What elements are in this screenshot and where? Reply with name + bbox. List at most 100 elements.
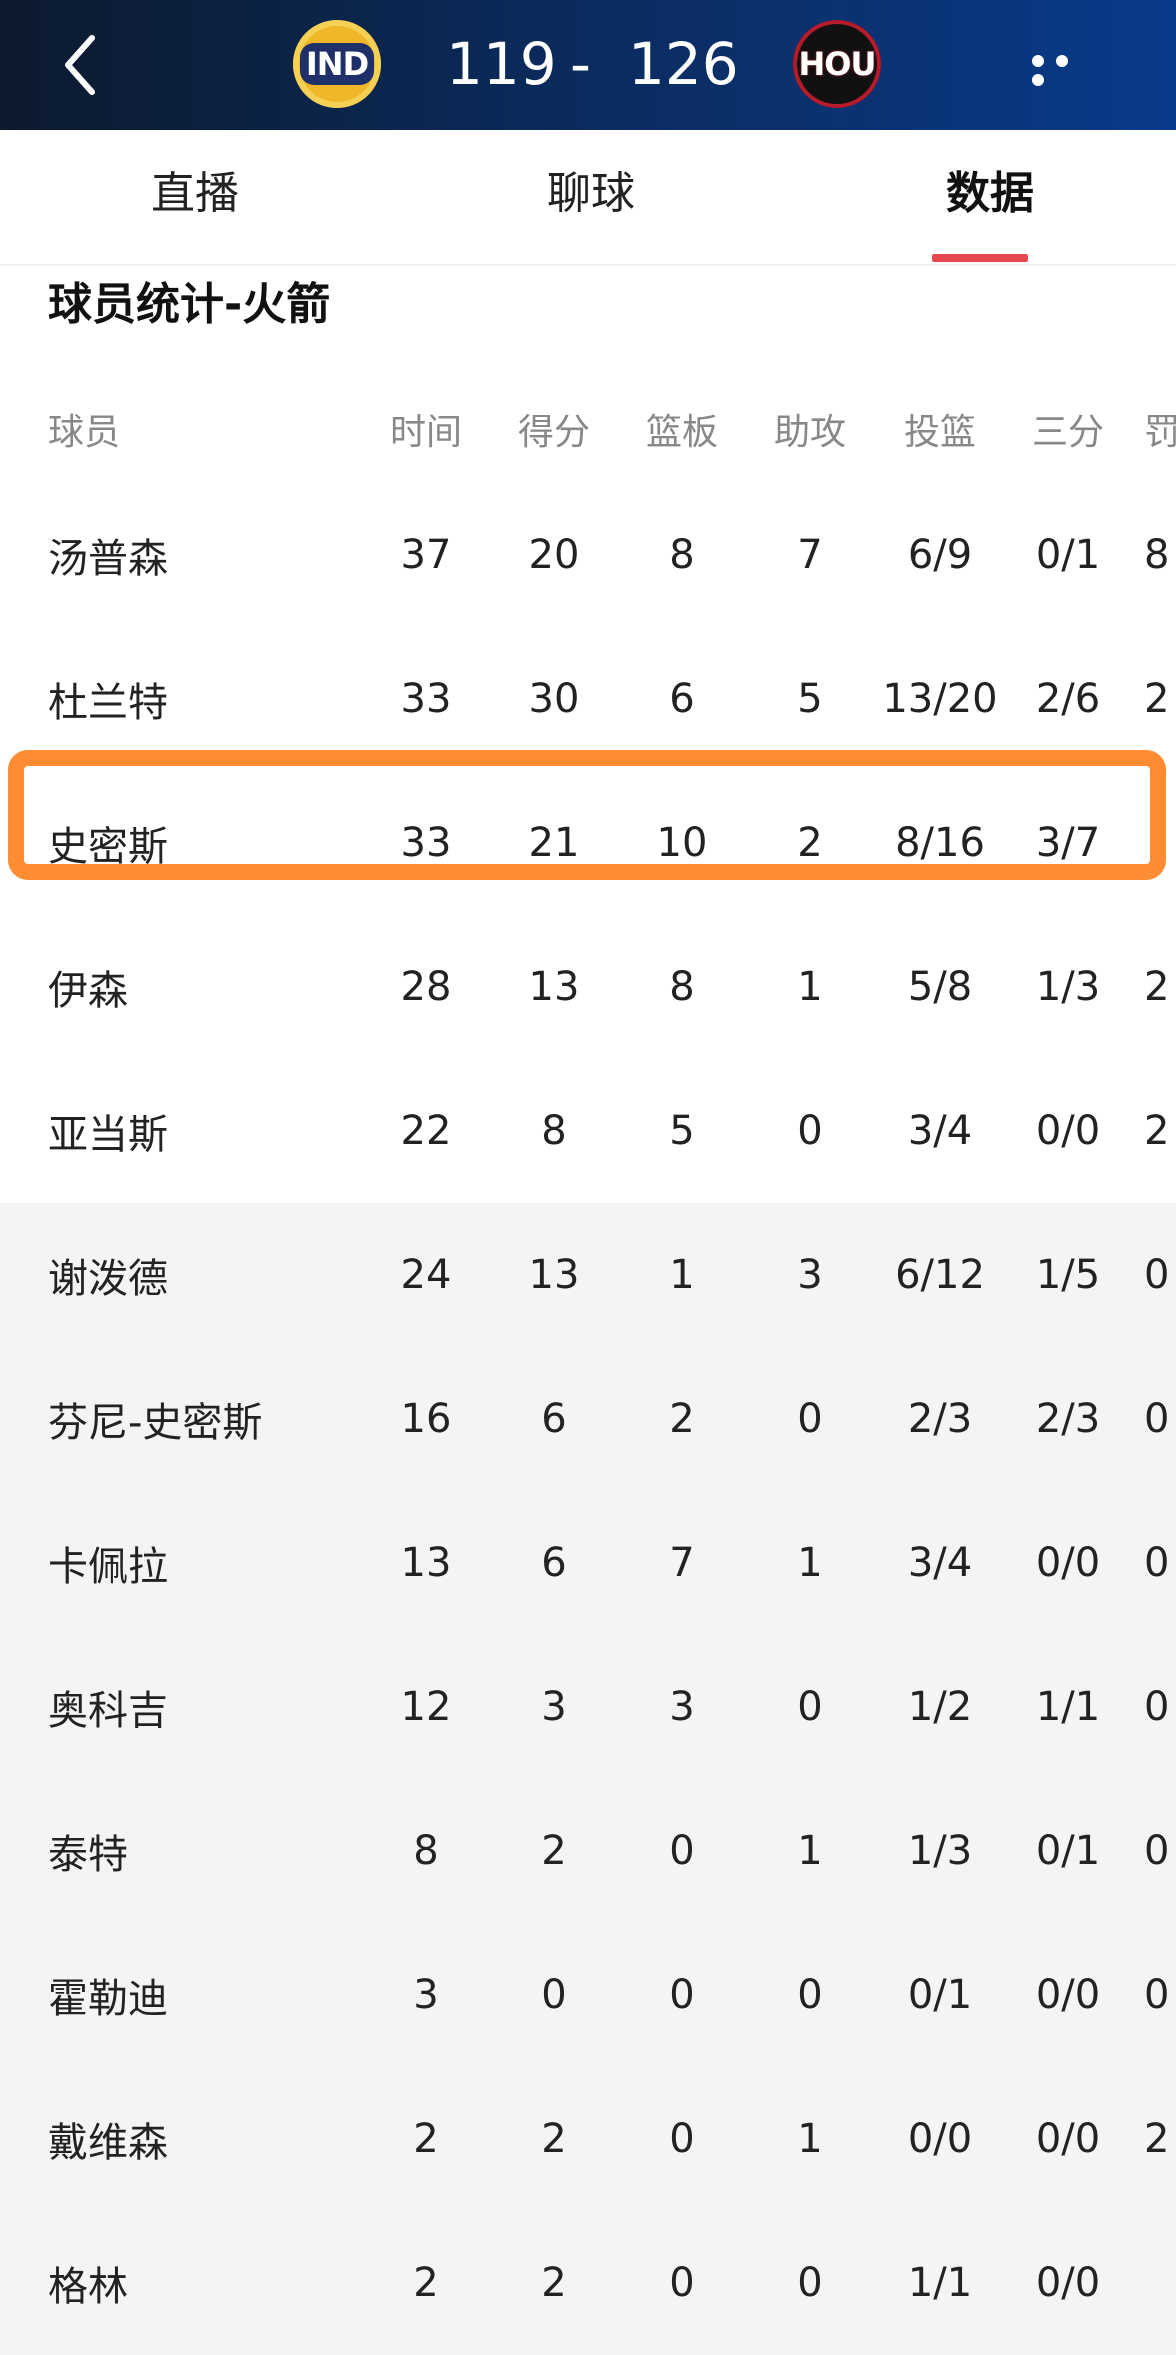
- tab-bar: 直播 聊球 数据: [0, 130, 1176, 266]
- stat-cell: 8: [413, 1828, 439, 1874]
- more-dots-icon[interactable]: [1032, 52, 1102, 86]
- stat-cell: 1: [797, 1540, 823, 1586]
- home-team-logo[interactable]: IND: [293, 20, 381, 108]
- table-row[interactable]: 谢泼德 24 13 1 3 6/12 1/5 0: [0, 1203, 1176, 1347]
- away-team-logo[interactable]: HOU: [793, 20, 881, 108]
- stat-cell: 1: [669, 1252, 695, 1298]
- table-row[interactable]: 格林 2 2 0 0 1/1 0/0: [0, 2211, 1176, 2355]
- stat-cell: 13: [528, 964, 580, 1010]
- stat-cell: 12: [400, 1684, 452, 1730]
- stat-cell: 0/0: [1035, 2260, 1101, 2306]
- column-header[interactable]: 投篮: [870, 375, 1010, 483]
- stat-cell: 2: [541, 2260, 567, 2306]
- player-name[interactable]: 格林: [48, 2211, 348, 2355]
- stat-cell: 0/1: [1035, 1828, 1101, 1874]
- stat-cell: 0/0: [1035, 1108, 1101, 1154]
- stat-cell: 6: [541, 1540, 567, 1586]
- stat-cell: 24: [400, 1252, 452, 1298]
- home-team-abbr: IND: [299, 43, 375, 85]
- table-row[interactable]: 伊森 28 13 8 1 5/8 1/3 2: [0, 915, 1176, 1059]
- tab-chat[interactable]: 聊球: [526, 130, 656, 264]
- stat-cell: 37: [400, 532, 452, 578]
- stat-cell: 1/3: [907, 1828, 973, 1874]
- table-row[interactable]: 泰特 8 2 0 1 1/3 0/1 0: [0, 1779, 1176, 1923]
- player-name[interactable]: 谢泼德: [48, 1203, 348, 1347]
- table-row[interactable]: 亚当斯 22 8 5 0 3/4 0/0 2: [0, 1059, 1176, 1203]
- column-header[interactable]: 得分: [510, 375, 598, 483]
- column-header[interactable]: 篮板: [638, 375, 726, 483]
- stat-cell: 3: [669, 1684, 695, 1730]
- stat-cell: 2: [541, 2116, 567, 2162]
- stat-cell: 3/4: [907, 1108, 973, 1154]
- column-header[interactable]: 三分: [1024, 375, 1112, 483]
- player-name[interactable]: 芬尼-史密斯: [48, 1347, 348, 1491]
- table-row[interactable]: 霍勒迪 3 0 0 0 0/1 0/0 0: [0, 1923, 1176, 2067]
- stat-cell: 1: [797, 964, 823, 1010]
- stat-cell: 0/0: [1035, 2116, 1101, 2162]
- away-score: 126: [628, 30, 739, 98]
- player-name[interactable]: 奥科吉: [48, 1635, 348, 1779]
- home-score: 119: [446, 30, 557, 98]
- table-row[interactable]: 奥科吉 12 3 3 0 1/2 1/1 0: [0, 1635, 1176, 1779]
- stat-cell: 0: [669, 1828, 695, 1874]
- stat-cell: 0: [1144, 1396, 1170, 1442]
- game-header: IND 119 - 126 HOU: [0, 0, 1176, 130]
- stat-cell: 0: [1144, 1540, 1170, 1586]
- stat-cell: 0/0: [1035, 1540, 1101, 1586]
- stat-cell: 1/5: [1035, 1252, 1101, 1298]
- column-header: 球员: [48, 412, 121, 453]
- stat-cell: 6: [541, 1396, 567, 1442]
- stat-cell: 0: [797, 1396, 823, 1442]
- stat-cell: 0/1: [907, 1972, 973, 2018]
- score-separator: -: [570, 30, 591, 98]
- tab-live[interactable]: 直播: [130, 130, 260, 264]
- stat-cell: 0: [797, 2260, 823, 2306]
- stat-cell: 1/1: [1035, 1684, 1101, 1730]
- player-stats-table: 球员 时间 得分 篮板 助攻 投篮 三分 罚 汤普森 37 20 8 7 6/9 0/1 8 杜…: [0, 375, 1176, 2355]
- stat-cell: 5/8: [907, 964, 973, 1010]
- stat-cell: 2: [413, 2116, 439, 2162]
- stat-cell: 7: [669, 1540, 695, 1586]
- stat-cell: 22: [400, 1108, 452, 1154]
- stat-cell: 2: [669, 1396, 695, 1442]
- tab-data[interactable]: 数据: [920, 130, 1060, 264]
- stat-cell: 16: [400, 1396, 452, 1442]
- table-row[interactable]: 卡佩拉 13 6 7 1 3/4 0/0 0: [0, 1491, 1176, 1635]
- stat-cell: 0/0: [907, 2116, 973, 2162]
- player-name[interactable]: 亚当斯: [48, 1059, 348, 1203]
- stat-cell: 0: [541, 1972, 567, 2018]
- table-row[interactable]: 芬尼-史密斯 16 6 2 0 2/3 2/3 0: [0, 1347, 1176, 1491]
- table-header-row: 球员 时间 得分 篮板 助攻 投篮 三分 罚: [0, 375, 1176, 483]
- stat-cell: 2: [1144, 964, 1170, 1010]
- stat-cell: 6/12: [895, 1252, 985, 1298]
- player-name[interactable]: 伊森: [48, 915, 348, 1059]
- stat-cell: 2: [1144, 1108, 1170, 1154]
- stat-cell: 0: [797, 1972, 823, 2018]
- stat-cell: 20: [528, 532, 580, 578]
- stat-cell: 0: [669, 1972, 695, 2018]
- column-header[interactable]: 时间: [382, 375, 470, 483]
- player-name[interactable]: 汤普森: [48, 483, 348, 627]
- back-chevron-icon[interactable]: [58, 30, 102, 100]
- column-header[interactable]: 助攻: [766, 375, 854, 483]
- player-name[interactable]: 泰特: [48, 1779, 348, 1923]
- stat-cell: 5: [669, 1108, 695, 1154]
- stat-cell: 0: [1144, 1252, 1170, 1298]
- table-row[interactable]: 汤普森 37 20 8 7 6/9 0/1 8: [0, 483, 1176, 627]
- stat-cell: 0: [1144, 1828, 1170, 1874]
- stat-cell: 1: [797, 2116, 823, 2162]
- player-name[interactable]: 霍勒迪: [48, 1923, 348, 2067]
- stat-cell: 2: [541, 1828, 567, 1874]
- player-name[interactable]: 戴维森: [48, 2067, 348, 2211]
- stat-cell: 1: [797, 1828, 823, 1874]
- stat-cell: 7: [797, 532, 823, 578]
- table-row[interactable]: 戴维森 2 2 0 1 0/0 0/0 2: [0, 2067, 1176, 2211]
- stat-cell: 3/4: [907, 1540, 973, 1586]
- player-name[interactable]: 卡佩拉: [48, 1491, 348, 1635]
- column-header[interactable]: 罚: [1144, 375, 1176, 483]
- stat-cell: 1/2: [907, 1684, 973, 1730]
- stat-cell: 2: [1144, 2116, 1170, 2162]
- stat-cell: 8: [541, 1108, 567, 1154]
- stat-cell: 0: [797, 1108, 823, 1154]
- section-title: 球员统计-火箭: [48, 279, 331, 330]
